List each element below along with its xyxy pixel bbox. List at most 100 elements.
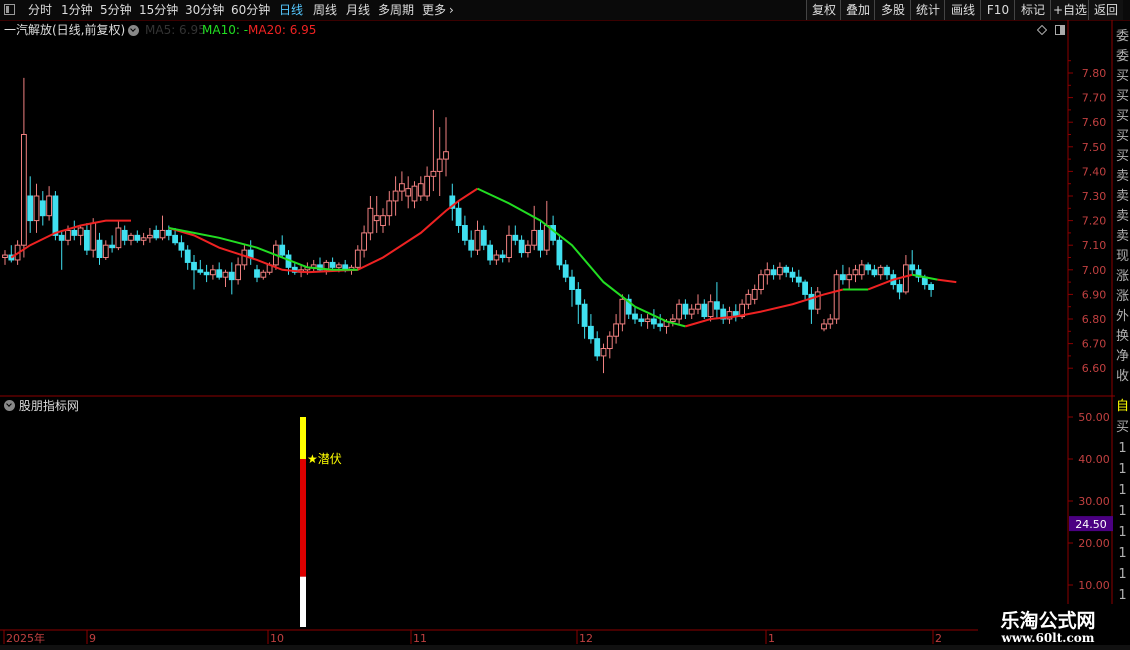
period-tab-9[interactable]: 多周期 — [378, 1, 414, 19]
candle-body — [336, 264, 342, 268]
candle-body — [632, 313, 638, 320]
right-strip-char: 委 — [1115, 29, 1129, 44]
candle-body — [46, 195, 53, 217]
candle-body — [884, 266, 890, 276]
candle-body — [840, 274, 846, 281]
candle-body — [846, 274, 853, 281]
current-value-label: 24.50 — [1075, 518, 1107, 531]
candle-body — [241, 249, 248, 266]
candle-body — [380, 215, 386, 227]
right-strip-char: 现 — [1115, 249, 1129, 264]
period-tab-7[interactable]: 周线 — [313, 1, 337, 19]
candle-body — [575, 288, 582, 305]
chart-area[interactable]: 7.80 7.70 7.60 7.50 7.40 7.30 7.20 7.10 7.00 6.90… — [0, 20, 1115, 648]
candle-body — [821, 323, 827, 330]
signal-bar-segment — [300, 576, 306, 627]
candle-body — [228, 271, 235, 281]
price-tick-label: 7.70 — [1082, 92, 1107, 105]
period-tab-10[interactable]: 更多 — [422, 1, 446, 19]
period-tab-3[interactable]: 15分钟 — [139, 1, 178, 19]
candle-body — [682, 303, 689, 315]
period-tab-2[interactable]: 5分钟 — [100, 1, 132, 19]
toolbar-button-7[interactable]: +自选 — [1050, 0, 1089, 20]
candle-body — [543, 225, 550, 251]
period-tab-5[interactable]: 60分钟 — [231, 1, 270, 19]
candle-body — [865, 264, 872, 271]
right-strip-sub-char: 1 — [1118, 546, 1127, 561]
sub-tick-label: 20.00 — [1078, 537, 1110, 550]
candle-body — [90, 222, 97, 251]
candle-body — [191, 261, 197, 271]
right-strip-sub-char: 自 — [1115, 399, 1129, 414]
toolbar-button-3[interactable]: 统计 — [910, 0, 945, 20]
period-tab-4[interactable]: 30分钟 — [185, 1, 224, 19]
candle-body — [462, 225, 468, 241]
candle-body — [562, 264, 569, 278]
right-strip-sub-char: 买 — [1115, 420, 1129, 435]
horizontal-scrollbar[interactable] — [0, 645, 1130, 650]
period-tab-6[interactable]: 日线 — [279, 1, 303, 19]
candle-body — [480, 229, 487, 246]
candle-body — [808, 293, 815, 310]
toolbar-button-2[interactable]: 多股 — [874, 0, 911, 20]
candle-body — [109, 244, 115, 249]
candle-body — [279, 244, 286, 256]
candle-body — [877, 266, 884, 276]
candle-body — [858, 264, 865, 276]
candle-body — [714, 301, 720, 310]
candle-body — [537, 229, 544, 251]
candle-body — [795, 276, 802, 283]
toolbar-button-0[interactable]: 复权 — [806, 0, 841, 20]
right-strip-sub-char: 1 — [1118, 441, 1127, 456]
candle-body — [254, 269, 260, 278]
period-tab-8[interactable]: 月线 — [346, 1, 370, 19]
period-tab-0[interactable]: 分时 — [28, 1, 52, 19]
candle-body — [58, 234, 65, 241]
candle-body — [373, 215, 380, 222]
date-tick-label: 9 — [89, 632, 96, 645]
window-menu-icon[interactable] — [4, 4, 15, 15]
candle-body — [424, 175, 431, 197]
date-tick-label: 2025年 — [6, 631, 45, 645]
watermark: 乐淘公式网 www.60lt.com — [978, 604, 1118, 650]
candle-body — [619, 298, 626, 325]
candle-body — [115, 227, 122, 249]
candle-body — [770, 269, 777, 276]
right-strip-char: 卖 — [1115, 209, 1129, 224]
price-tick-label: 7.30 — [1082, 190, 1107, 203]
candle-body — [260, 271, 267, 278]
price-tick-label: 7.80 — [1082, 67, 1107, 80]
candle-body — [676, 303, 683, 320]
toolbar-button-6[interactable]: 标记 — [1014, 0, 1051, 20]
toolbar-button-5[interactable]: F10 — [980, 0, 1015, 20]
toolbar-button-1[interactable]: 叠加 — [840, 0, 875, 20]
price-tick-label: 7.00 — [1082, 264, 1107, 277]
toolbar-button-4[interactable]: 画线 — [944, 0, 981, 20]
sub-tick-label: 40.00 — [1078, 453, 1110, 466]
candle-body — [329, 261, 336, 268]
candle-body — [77, 227, 84, 236]
right-strip-sub-char: 1 — [1118, 483, 1127, 498]
candle-body — [128, 234, 134, 241]
right-strip-sub-char: 1 — [1118, 462, 1127, 477]
candle-body — [172, 234, 178, 244]
more-arrow-icon[interactable]: › — [449, 1, 454, 19]
candle-body — [392, 190, 399, 202]
candle-body — [751, 288, 758, 300]
sub-tick-label: 10.00 — [1078, 579, 1110, 592]
candle-body — [84, 229, 90, 251]
ma20-line — [937, 278, 957, 284]
right-strip-char: 外 — [1115, 309, 1129, 324]
candle-body — [354, 249, 361, 268]
period-tab-1[interactable]: 1分钟 — [61, 1, 93, 19]
right-strip-char: 买 — [1115, 129, 1129, 144]
candle-body — [695, 303, 701, 310]
candle-body — [613, 323, 620, 337]
candle-body — [203, 271, 210, 276]
right-strip-char: 收 — [1115, 369, 1129, 384]
date-tick-label: 11 — [413, 632, 427, 645]
sub-tick-label: 50.00 — [1078, 411, 1110, 424]
price-tick-label: 7.40 — [1082, 165, 1107, 178]
watermark-line1: 乐淘公式网 — [1000, 610, 1096, 632]
toolbar-button-8[interactable]: 返回 — [1088, 0, 1123, 20]
